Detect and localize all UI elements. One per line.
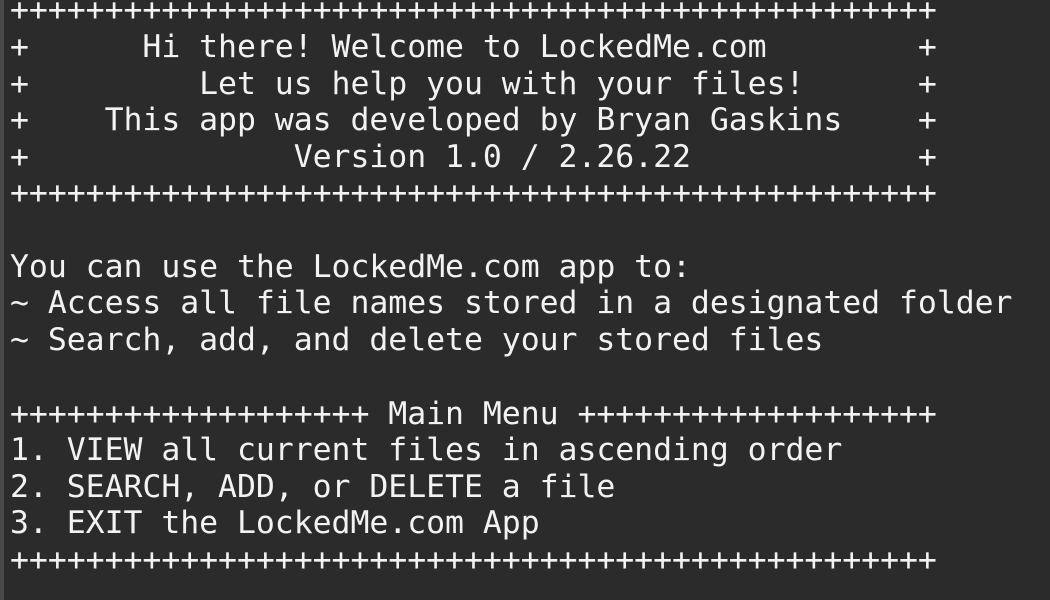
banner-welcome-line: + Hi there! Welcome to LockedMe.com + (10, 29, 937, 65)
menu-option-view: 1. VIEW all current files in ascending o… (10, 432, 843, 468)
menu-option-search: 2. SEARCH, ADD, or DELETE a file (10, 469, 616, 505)
banner-top-border: ++++++++++++++++++++++++++++++++++++++++… (10, 0, 937, 28)
main-menu-header: +++++++++++++++++++ Main Menu ++++++++++… (10, 396, 937, 432)
main-menu-footer: ++++++++++++++++++++++++++++++++++++++++… (10, 542, 937, 578)
intro-text: You can use the LockedMe.com app to: (10, 249, 691, 285)
menu-option-exit: 3. EXIT the LockedMe.com App (10, 505, 540, 541)
banner-help-line: + Let us help you with your files! + (10, 66, 937, 102)
banner-developer-line: + This app was developed by Bryan Gaskin… (10, 102, 937, 138)
banner-bottom-border: ++++++++++++++++++++++++++++++++++++++++… (10, 175, 937, 211)
feature-item: ~ Search, add, and delete your stored fi… (10, 322, 824, 358)
banner-version-line: + Version 1.0 / 2.26.22 + (10, 139, 937, 175)
feature-item: ~ Access all file names stored in a desi… (10, 285, 1013, 321)
terminal-window: ++++++++++++++++++++++++++++++++++++++++… (0, 0, 1050, 600)
